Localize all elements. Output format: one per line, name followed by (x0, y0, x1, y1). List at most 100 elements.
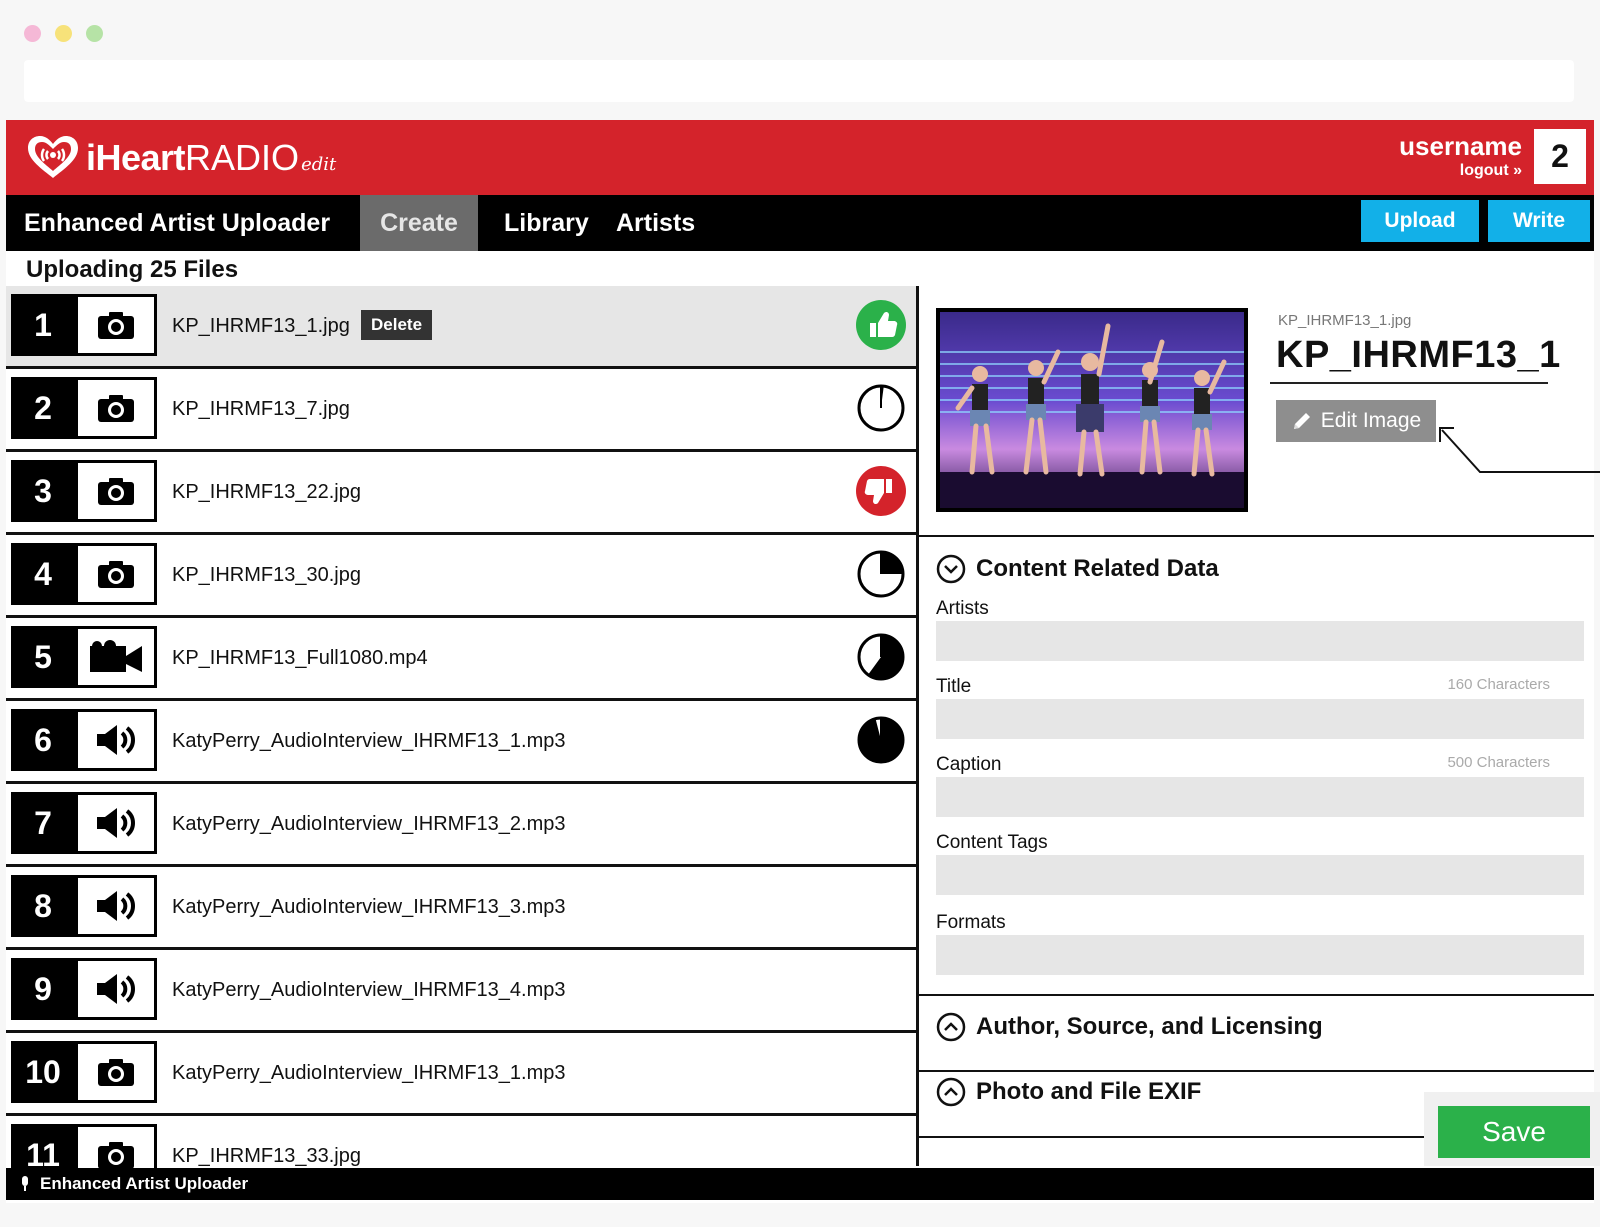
address-bar[interactable] (24, 60, 1574, 102)
microphone-icon (22, 1176, 28, 1191)
file-name: KP_IHRMF13_22.jpg (172, 481, 361, 503)
file-number: 3 (11, 460, 75, 522)
file-number: 5 (11, 626, 75, 688)
file-name: KatyPerry_AudioInterview_IHRMF13_1.mp3 (172, 730, 566, 752)
file-row[interactable]: 7 KatyPerry_AudioInterview_IHRMF13_2.mp3 (6, 784, 916, 867)
file-name: KatyPerry_AudioInterview_IHRMF13_1.mp3 (172, 1062, 566, 1084)
upload-progress-pie-icon (856, 383, 906, 433)
content-related-data-header[interactable]: Content Related Data (936, 554, 1219, 584)
upload-button[interactable]: Upload (1361, 200, 1479, 242)
file-list: 1 KP_IHRMF13_1.jpg Delete 2 KP_IHRMF13_7.jpg… (6, 286, 916, 1199)
camera-icon (75, 377, 157, 439)
author-source-licensing-header[interactable]: Author, Source, and Licensing (936, 1012, 1323, 1042)
speaker-icon (75, 792, 157, 854)
file-name: KatyPerry_AudioInterview_IHRMF13_4.mp3 (172, 979, 566, 1001)
thumbs-up-icon[interactable] (856, 300, 906, 350)
nav-bar: Enhanced Artist Uploader Create Library … (6, 195, 1594, 251)
top-bar: iHeart RADIO edit username logout » 2 (6, 120, 1594, 195)
camera-icon (75, 460, 157, 522)
author-source-licensing-label: Author, Source, and Licensing (976, 1013, 1323, 1040)
caption-label: Caption (936, 754, 1002, 775)
chevron-up-circle-icon (936, 1077, 966, 1107)
upload-count-heading: Uploading 25 Files (26, 256, 239, 283)
speaker-icon (75, 958, 157, 1020)
file-row[interactable]: 3 KP_IHRMF13_22.jpg (6, 452, 916, 535)
file-row[interactable]: 8 KatyPerry_AudioInterview_IHRMF13_3.mp3 (6, 867, 916, 950)
upload-progress-pie-icon (856, 632, 906, 682)
formats-input[interactable] (936, 935, 1584, 975)
camera-icon (75, 543, 157, 605)
edit-image-label: Edit Image (1320, 409, 1422, 432)
thumbs-down-icon[interactable] (856, 466, 906, 516)
user-menu: username logout » (1399, 132, 1522, 182)
file-title[interactable]: KP_IHRMF13_1 (1276, 334, 1561, 377)
content-related-data-label: Content Related Data (976, 555, 1219, 582)
camera-icon (75, 1041, 157, 1103)
file-title-underline (1270, 382, 1548, 384)
logout-link[interactable]: logout » (1399, 160, 1522, 182)
file-row[interactable]: 6 KatyPerry_AudioInterview_IHRMF13_1.mp3 (6, 701, 916, 784)
file-row[interactable]: 5 KP_IHRMF13_Full1080.mp4 (6, 618, 916, 701)
content-tags-input[interactable] (936, 855, 1584, 895)
logo-iheart-text: iHeart (86, 137, 186, 178)
chevron-down-circle-icon (936, 554, 966, 584)
file-number: 6 (11, 709, 75, 771)
artists-input[interactable] (936, 621, 1584, 661)
file-number: 9 (11, 958, 75, 1020)
photo-exif-header[interactable]: Photo and File EXIF (936, 1077, 1201, 1107)
section-divider (918, 535, 1594, 537)
file-row[interactable]: 2 KP_IHRMF13_7.jpg (6, 369, 916, 452)
app-window: iHeart RADIO edit username logout » 2 En… (6, 120, 1600, 1203)
delete-button[interactable]: Delete (361, 310, 433, 340)
minimize-window-dot[interactable] (55, 25, 72, 42)
save-button[interactable]: Save (1438, 1106, 1590, 1158)
app-name[interactable]: Enhanced Artist Uploader (24, 195, 330, 251)
section-divider (918, 994, 1594, 996)
edit-image-button[interactable]: Edit Image (1276, 400, 1436, 442)
footer-label: Enhanced Artist Uploader (40, 1174, 249, 1193)
video-icon (75, 626, 157, 688)
heart-radio-icon (28, 136, 78, 178)
file-row[interactable]: 4 KP_IHRMF13_30.jpg (6, 535, 916, 618)
speaker-icon (75, 875, 157, 937)
speaker-icon (75, 709, 157, 771)
photo-exif-label: Photo and File EXIF (976, 1078, 1202, 1105)
panel-divider (916, 286, 919, 1166)
content-tags-label: Content Tags (936, 832, 1048, 853)
footer-bar: Enhanced Artist Uploader (6, 1168, 1594, 1200)
username-label[interactable]: username (1399, 132, 1522, 160)
write-button[interactable]: Write (1488, 200, 1590, 242)
file-name: KP_IHRMF13_30.jpg (172, 564, 361, 586)
caption-input[interactable] (936, 777, 1584, 817)
chevron-up-circle-icon (936, 1012, 966, 1042)
logo-edit-text: edit (301, 154, 337, 175)
upload-progress-pie-icon (856, 549, 906, 599)
pencil-icon (1293, 413, 1310, 429)
file-name: KP_IHRMF13_1.jpg (172, 315, 350, 337)
file-number: 8 (11, 875, 75, 937)
close-window-dot[interactable] (24, 25, 41, 42)
file-number: 10 (11, 1041, 75, 1103)
file-row[interactable]: 9 KatyPerry_AudioInterview_IHRMF13_4.mp3 (6, 950, 916, 1033)
notification-count[interactable]: 2 (1534, 129, 1586, 184)
pointer-arrow-icon (1439, 427, 1600, 473)
file-number: 1 (11, 294, 75, 356)
file-number: 2 (11, 377, 75, 439)
maximize-window-dot[interactable] (86, 25, 103, 42)
title-input[interactable] (936, 699, 1584, 739)
nav-tab-create[interactable]: Create (360, 195, 478, 251)
file-row[interactable]: 1 KP_IHRMF13_1.jpg Delete (6, 286, 916, 369)
file-name: KP_IHRMF13_Full1080.mp4 (172, 647, 428, 669)
image-thumbnail[interactable] (936, 308, 1248, 512)
file-number: 7 (11, 792, 75, 854)
file-row[interactable]: 10 KatyPerry_AudioInterview_IHRMF13_1.mp3 (6, 1033, 916, 1116)
nav-tab-library[interactable]: Library (504, 195, 589, 251)
upload-progress-pie-icon (856, 715, 906, 765)
nav-tab-artists[interactable]: Artists (616, 195, 695, 251)
title-label: Title (936, 676, 972, 697)
file-name-small: KP_IHRMF13_1.jpg (1278, 312, 1412, 329)
iheartradio-logo[interactable]: iHeart RADIO edit (24, 134, 336, 180)
window-controls (24, 25, 103, 42)
file-name: KP_IHRMF13_7.jpg (172, 398, 350, 420)
section-divider (918, 1070, 1594, 1072)
